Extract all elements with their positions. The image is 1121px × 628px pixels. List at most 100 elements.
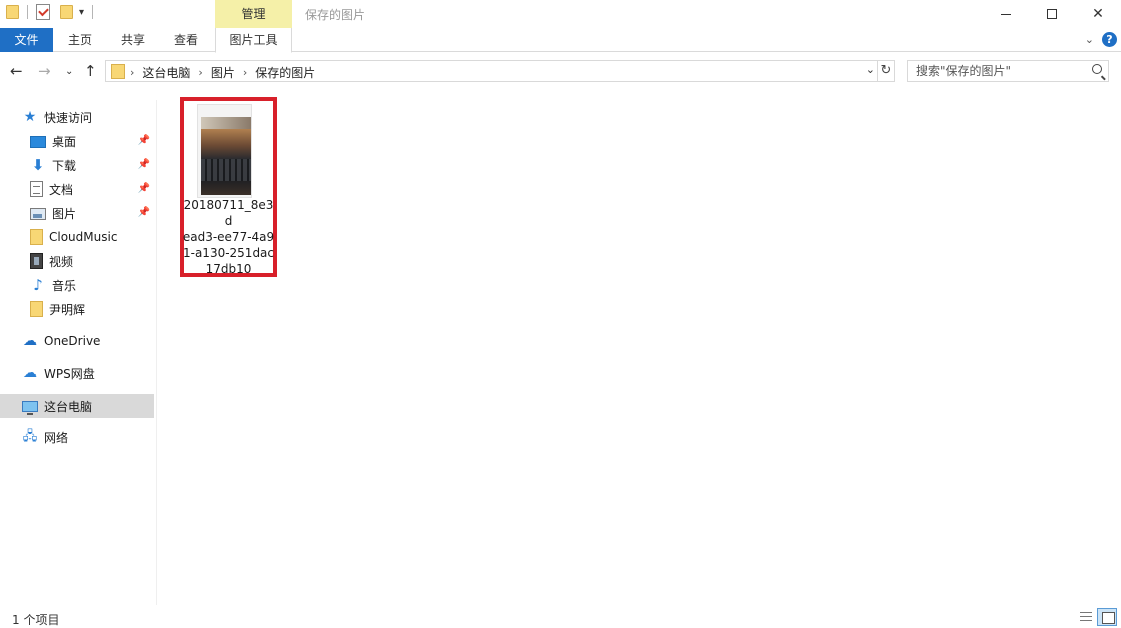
breadcrumb-this-pc[interactable]: 这台电脑 <box>142 64 190 81</box>
breadcrumb-pictures[interactable]: 图片 <box>211 64 235 81</box>
desktop-icon <box>30 136 46 148</box>
expand-ribbon-chevron-icon[interactable]: ⌄ <box>1085 33 1094 46</box>
folder-icon <box>30 229 43 245</box>
file-name-line: 20180711_8e3d <box>183 198 274 228</box>
breadcrumb: › 这台电脑 › 图片 › 保存的图片 <box>130 64 315 81</box>
status-bar: 1 个项目 <box>0 606 1121 628</box>
video-icon <box>30 253 43 269</box>
tab-file[interactable]: 文件 <box>0 28 53 52</box>
customize-toolbar-dropdown-icon[interactable]: ▾ <box>79 7 84 18</box>
tab-share[interactable]: 共享 <box>108 28 158 52</box>
thumbnail-detail <box>201 117 251 129</box>
chevron-right-icon[interactable]: › <box>130 66 134 79</box>
keyboard-photo <box>201 129 251 195</box>
help-icon[interactable]: ? <box>1102 32 1117 47</box>
sidebar-item-documents[interactable]: 文档 📌 <box>0 177 154 201</box>
new-folder-icon[interactable] <box>60 5 73 19</box>
sidebar-item-label: WPS网盘 <box>44 366 95 381</box>
file-item[interactable]: 20180711_8e3d ead3-ee77-4a9 1-a130-251da… <box>180 97 277 277</box>
recent-locations-chevron-icon[interactable]: ⌄ <box>65 66 73 77</box>
window-controls: ✕ <box>983 0 1121 28</box>
view-switcher <box>1075 608 1117 626</box>
sidebar-item-label: OneDrive <box>44 334 101 348</box>
close-icon: ✕ <box>1092 6 1104 22</box>
quick-access-toolbar: ▾ <box>6 4 97 20</box>
up-arrow-icon[interactable]: ↑ <box>84 62 97 80</box>
details-view-icon[interactable] <box>1075 608 1095 626</box>
sidebar-item-label: 桌面 <box>52 134 77 149</box>
sidebar-item-onedrive[interactable]: ☁ OneDrive <box>0 329 154 353</box>
sidebar-item-network[interactable]: 🖧 网络 <box>0 425 154 449</box>
breadcrumb-saved-pictures[interactable]: 保存的图片 <box>255 64 315 81</box>
sidebar-item-desktop[interactable]: 桌面 📌 <box>0 129 154 153</box>
document-icon <box>30 181 43 197</box>
sidebar-item-label: 图片 <box>52 206 77 221</box>
sidebar-item-label: 尹明辉 <box>49 302 86 317</box>
sidebar-item-pictures[interactable]: 图片 📌 <box>0 201 154 225</box>
folder-icon <box>6 5 19 19</box>
minimize-icon <box>1001 13 1011 15</box>
pin-icon: 📌 <box>137 183 150 194</box>
close-button[interactable]: ✕ <box>1075 0 1121 28</box>
sidebar-item-label: 文档 <box>49 182 74 197</box>
item-count: 1 个项目 <box>12 613 60 627</box>
refresh-icon: ↻ <box>880 63 892 78</box>
search-icon[interactable] <box>1092 64 1102 74</box>
pin-icon: 📌 <box>137 135 150 146</box>
folder-icon <box>30 301 43 317</box>
chevron-right-icon[interactable]: › <box>198 66 202 79</box>
network-icon: 🖧 <box>22 429 38 444</box>
minimize-button[interactable] <box>983 0 1029 28</box>
properties-icon[interactable] <box>36 4 50 20</box>
wps-cloud-icon: ☁ <box>23 365 37 381</box>
window-title: 保存的图片 <box>305 8 366 22</box>
image-thumbnail <box>197 104 252 198</box>
pin-icon: 📌 <box>137 207 150 218</box>
file-list-pane[interactable]: 20180711_8e3d ead3-ee77-4a9 1-a130-251da… <box>158 86 1121 606</box>
star-icon: ★ <box>23 109 37 125</box>
address-bar[interactable]: › 这台电脑 › 图片 › 保存的图片 ⌄ <box>105 60 878 82</box>
sidebar-item-quick-access[interactable]: ★ 快速访问 <box>0 105 154 129</box>
sidebar-item-user-folder[interactable]: 尹明辉 <box>0 297 154 321</box>
sidebar-item-label: 网络 <box>44 430 69 445</box>
refresh-button[interactable]: ↻ <box>878 60 895 82</box>
file-name-line: ead3-ee77-4a9 <box>182 230 275 244</box>
title-bar: ▾ 管理 保存的图片 ✕ <box>0 0 1121 28</box>
forward-arrow-icon[interactable]: → <box>38 62 51 80</box>
sidebar-item-wps-cloud[interactable]: ☁ WPS网盘 <box>0 361 154 385</box>
address-history-chevron-icon[interactable]: ⌄ <box>866 63 875 76</box>
manage-context-tab[interactable]: 管理 <box>215 0 292 28</box>
search-box[interactable] <box>907 60 1109 82</box>
sidebar-item-label: 音乐 <box>52 278 77 293</box>
maximize-button[interactable] <box>1029 0 1075 28</box>
sidebar-item-label: CloudMusic <box>49 230 118 244</box>
maximize-icon <box>1047 9 1057 19</box>
sidebar-item-downloads[interactable]: ⬇ 下载 📌 <box>0 153 154 177</box>
onedrive-icon: ☁ <box>23 333 37 349</box>
file-name-line: 1-a130-251dac <box>182 246 275 260</box>
file-name-line: 17db10 <box>205 262 252 276</box>
navigation-pane: ★ 快速访问 桌面 📌 ⬇ 下载 📌 文档 📌 图片 📌 CloudMusic … <box>0 100 157 605</box>
back-arrow-icon[interactable]: ← <box>10 62 23 80</box>
search-input[interactable] <box>908 61 1083 81</box>
pin-icon: 📌 <box>137 159 150 170</box>
sidebar-item-label: 这台电脑 <box>44 399 93 414</box>
music-icon: ♪ <box>33 276 43 294</box>
ribbon-tabs: 文件 主页 共享 查看 图片工具 ⌄ ? <box>0 28 1121 53</box>
sidebar-item-videos[interactable]: 视频 <box>0 249 154 273</box>
large-icons-view-icon[interactable] <box>1097 608 1117 626</box>
tab-picture-tools[interactable]: 图片工具 <box>215 28 292 53</box>
sidebar-item-this-pc[interactable]: 这台电脑 <box>0 394 154 418</box>
ribbon-right-controls: ⌄ ? <box>1085 32 1117 47</box>
divider <box>92 5 94 19</box>
sidebar-item-music[interactable]: ♪ 音乐 <box>0 273 154 297</box>
sidebar-item-label: 快速访问 <box>44 110 93 125</box>
divider <box>27 5 28 19</box>
file-name: 20180711_8e3d ead3-ee77-4a9 1-a130-251da… <box>180 197 277 277</box>
tab-view[interactable]: 查看 <box>162 28 210 52</box>
navigation-bar: ← → ⌄ ↑ › 这台电脑 › 图片 › 保存的图片 ⌄ ↻ <box>0 58 1121 86</box>
sidebar-item-cloudmusic[interactable]: CloudMusic <box>0 225 154 249</box>
chevron-right-icon[interactable]: › <box>243 66 247 79</box>
tab-home[interactable]: 主页 <box>56 28 104 52</box>
pictures-icon <box>30 208 46 220</box>
